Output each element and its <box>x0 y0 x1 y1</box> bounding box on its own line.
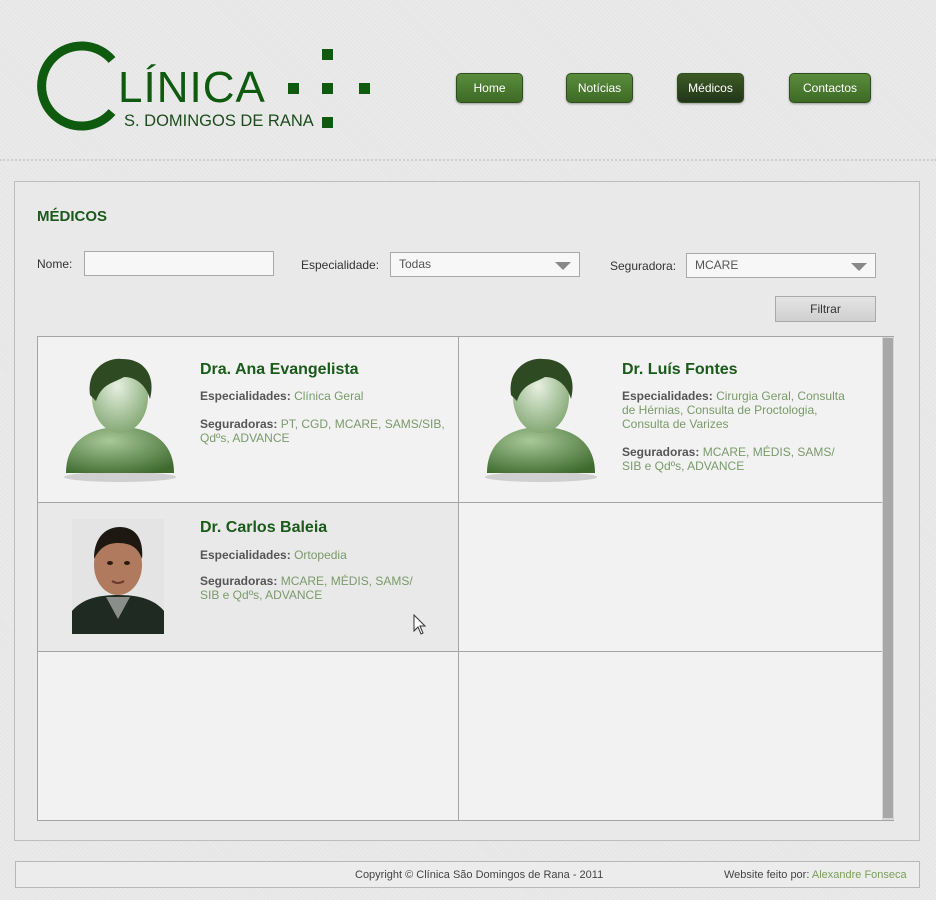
logo-square <box>359 83 370 94</box>
nav-noticias[interactable]: Notícias <box>566 73 633 103</box>
logo-title: LÍNICA <box>118 63 266 112</box>
logo-c-mark <box>37 41 116 131</box>
specialties-label: Especialidades: <box>622 389 713 403</box>
insurer-label: Seguradora: <box>610 259 677 273</box>
doctor-insurers: Seguradoras: PT, CGD, MCARE, SAMS/SIB, Q… <box>200 417 445 445</box>
name-input[interactable] <box>84 251 274 276</box>
nav-contactos[interactable]: Contactos <box>789 73 871 103</box>
nav-home[interactable]: Home <box>456 73 523 103</box>
doctors-grid: Dra. Ana Evangelista Especialidades: Clí… <box>37 336 894 821</box>
insurers-label: Seguradoras: <box>200 417 278 431</box>
scrollbar-thumb[interactable] <box>883 338 893 818</box>
insurers-label: Seguradoras: <box>200 574 278 588</box>
main-panel: MÉDICOS Nome: Especialidade: Todas Segur… <box>14 181 920 841</box>
specialties-label: Especialidades: <box>200 548 291 562</box>
footer: Copyright © Clínica São Domingos de Rana… <box>15 861 920 888</box>
insurer-select[interactable]: MCARE <box>686 253 876 278</box>
chevron-down-icon <box>555 262 571 270</box>
filter-button[interactable]: Filtrar <box>775 296 876 322</box>
mouse-cursor-icon <box>413 614 427 635</box>
insurer-select-value: MCARE <box>695 258 739 272</box>
made-by-label: Website feito por: <box>724 869 810 881</box>
doctor-photo <box>72 519 164 634</box>
logo-square <box>322 117 333 128</box>
logo-square <box>322 49 333 60</box>
doctor-specialties: Especialidades: Cirurgia Geral, Consulta… <box>622 389 857 431</box>
doctor-specialties: Especialidades: Ortopedia <box>200 548 445 562</box>
doctor-insurers: Seguradoras: MCARE, MÉDIS, SAMS/ SIB e Q… <box>622 445 852 473</box>
logo-subtitle: S. DOMINGOS DE RANA <box>124 112 314 130</box>
header-divider <box>0 159 936 161</box>
avatar-placeholder-icon <box>60 355 180 485</box>
doctor-insurers: Seguradoras: MCARE, MÉDIS, SAMS/ SIB e Q… <box>200 574 415 602</box>
clinic-logo[interactable]: LÍNICA S. DOMINGOS DE RANA <box>36 40 376 135</box>
doctor-card[interactable]: Dr. Carlos Baleia Especialidades: Ortope… <box>38 503 458 651</box>
specialties-value: Clínica Geral <box>294 389 364 403</box>
doctor-name[interactable]: Dra. Ana Evangelista <box>200 361 359 379</box>
doctor-card[interactable]: Dr. Luís Fontes Especialidades: Cirurgia… <box>459 337 882 502</box>
chevron-down-icon <box>851 263 867 271</box>
logo-square <box>288 83 299 94</box>
specialty-select[interactable]: Todas <box>390 252 580 277</box>
header: LÍNICA S. DOMINGOS DE RANA Home Notícias… <box>0 0 936 161</box>
nav-medicos[interactable]: Médicos <box>677 73 744 103</box>
name-label: Nome: <box>37 257 73 271</box>
logo-square <box>322 83 333 94</box>
copyright-text: Copyright © Clínica São Domingos de Rana… <box>355 869 604 881</box>
doctor-name[interactable]: Dr. Luís Fontes <box>622 361 738 379</box>
page-title: MÉDICOS <box>37 208 108 225</box>
insurers-label: Seguradoras: <box>622 445 700 459</box>
specialty-select-value: Todas <box>399 257 432 271</box>
specialties-value: Ortopedia <box>294 548 347 562</box>
doctor-card[interactable]: Dra. Ana Evangelista Especialidades: Clí… <box>38 337 458 502</box>
doctor-specialties: Especialidades: Clínica Geral <box>200 389 445 403</box>
made-by: Website feito por: Alexandre Fonseca <box>724 869 907 881</box>
grid-column-divider <box>458 337 459 820</box>
doctor-name[interactable]: Dr. Carlos Baleia <box>200 519 327 537</box>
specialty-label: Especialidade: <box>301 258 380 272</box>
author-link[interactable]: Alexandre Fonseca <box>812 869 907 881</box>
avatar-placeholder-icon <box>481 355 601 485</box>
grid-divider <box>38 651 882 652</box>
specialties-label: Especialidades: <box>200 389 291 403</box>
